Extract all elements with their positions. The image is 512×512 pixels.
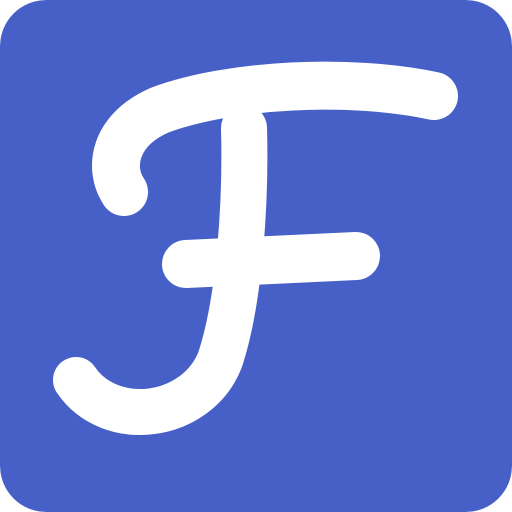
- f-crossbar: [162, 232, 380, 288]
- icon-letter: F: [0, 0, 10, 4]
- f-letter-logo-icon: F: [0, 0, 512, 512]
- app-icon: F: [0, 0, 512, 512]
